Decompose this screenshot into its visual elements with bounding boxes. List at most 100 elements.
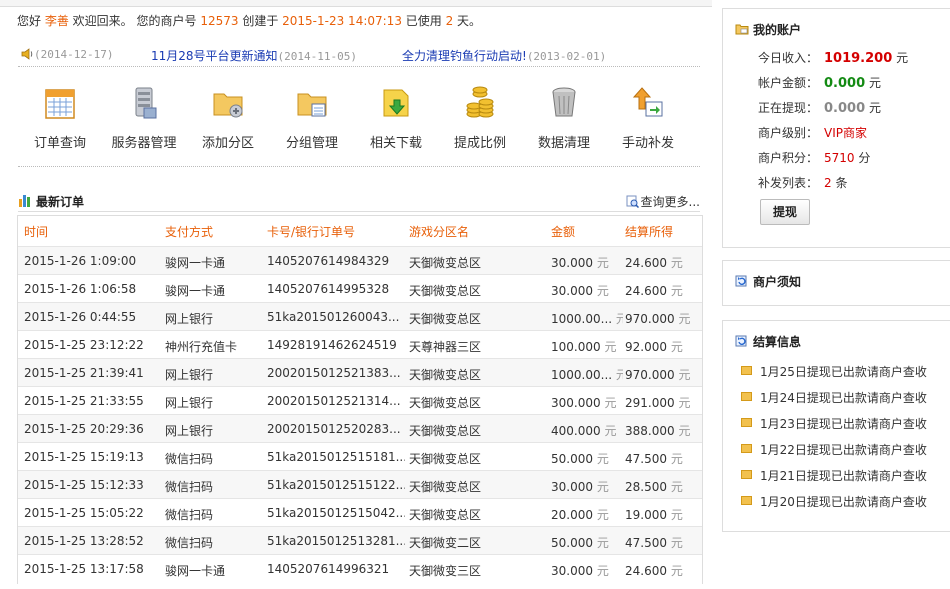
cell-amount: 50.000 元 xyxy=(551,452,609,466)
acct-value: 2 xyxy=(824,176,832,190)
cell-time: 2015-1-25 15:12:33 xyxy=(24,478,144,492)
currency-unit: 元 xyxy=(670,508,683,522)
acct-label: 正在提现： xyxy=(758,101,819,115)
table-row: 2015-1-25 21:39:41 网上银行 2002015012521383..… xyxy=(18,358,702,387)
settlement-title: 结算信息 xyxy=(753,335,802,349)
cell-amount: 30.000 元 xyxy=(551,256,609,270)
cell-card-no: 1405207614995328 xyxy=(267,282,390,296)
settlement-item[interactable]: 1月20日提现已出款请商户查收 xyxy=(741,493,927,510)
col-card-no: 卡号/银行订单号 xyxy=(267,225,356,239)
cell-amount: 300.000 元 xyxy=(551,396,617,410)
acct-unit: 元 xyxy=(865,101,881,115)
settlement-item[interactable]: 1月21日提现已出款请商户查收 xyxy=(741,467,927,484)
divider xyxy=(18,166,700,167)
welcome-text: 已使用 xyxy=(401,14,446,28)
toolbar-group-manage[interactable]: 分组管理 xyxy=(270,82,354,154)
cell-payment: 微信扫码 xyxy=(165,452,214,466)
toolbar-commission[interactable]: 提成比例 xyxy=(438,82,522,154)
acct-value: 1019.200 xyxy=(824,51,893,66)
cell-settled: 47.500 元 xyxy=(625,536,683,550)
cell-zone: 天御微变总区 xyxy=(409,452,482,466)
notice-ticker: (2014-12-17) 11月28号平台更新通知(2014-11-05) 全力… xyxy=(20,46,700,64)
cell-amount: 30.000 元 xyxy=(551,480,609,494)
cell-zone: 天御微变总区 xyxy=(409,284,482,298)
currency-unit: 元 xyxy=(670,536,683,550)
cell-time: 2015-1-25 15:19:13 xyxy=(24,450,144,464)
settlement-item[interactable]: 1月22日提现已出款请商户查收 xyxy=(741,441,927,458)
toolbar-manual-resend[interactable]: 手动补发 xyxy=(606,82,690,154)
settlement-text: 1月21日提现已出款请商户查收 xyxy=(760,469,927,483)
query-more-link[interactable]: 查询更多... xyxy=(626,193,700,210)
settlement-text: 1月23日提现已出款请商户查收 xyxy=(760,417,927,431)
account-resend-list[interactable]: 补发列表： 2 条 xyxy=(758,174,847,191)
toolbar-add-zone[interactable]: 添加分区 xyxy=(186,82,270,154)
account-balance: 帐户金额： 0.000 元 xyxy=(758,74,881,91)
toolbar-label: 订单查询 xyxy=(33,136,86,151)
notice-item[interactable]: 全力清理钓鱼行动启动!(2013-02-01) xyxy=(402,47,606,64)
cell-card-no: 2002015012521383... xyxy=(267,366,401,380)
acct-label: 商户积分： xyxy=(758,151,819,165)
cell-payment: 网上银行 xyxy=(165,396,214,410)
welcome-text: 欢迎回来。 您的商户号 xyxy=(68,14,201,28)
cell-payment: 神州行充值卡 xyxy=(165,340,238,354)
acct-label: 今日收入： xyxy=(758,51,819,65)
cell-time: 2015-1-25 20:29:36 xyxy=(24,422,144,436)
acct-value: 0.000 xyxy=(824,101,866,116)
notice-link[interactable]: 11月28号平台更新通知 xyxy=(151,49,278,63)
toolbar-downloads[interactable]: 相关下载 xyxy=(354,82,438,154)
col-zone: 游戏分区名 xyxy=(409,225,470,239)
toolbar-server-manage[interactable]: 服务器管理 xyxy=(102,82,186,154)
currency-unit: 元 xyxy=(604,396,617,410)
currency-unit: 元 xyxy=(678,312,691,326)
settlement-item[interactable]: 1月25日提现已出款请商户查收 xyxy=(741,363,927,380)
notice-link[interactable]: 全力清理钓鱼行动启动! xyxy=(402,49,527,63)
acct-unit: 分 xyxy=(854,151,871,165)
table-row: 2015-1-25 13:28:52 微信扫码 51ka2015012513281.… xyxy=(18,526,702,555)
cell-time: 2015-1-25 15:05:22 xyxy=(24,506,144,520)
merchant-notice-title: 商户须知 xyxy=(753,275,802,289)
welcome-text: 创建于 xyxy=(238,14,283,28)
currency-unit: 元 xyxy=(596,508,609,522)
my-account-panel: 我的账户 今日收入： 1019.200 元 帐户金额： 0.000 元 正在提现： 0… xyxy=(722,8,950,248)
merchant-notice-panel: 商户须知 xyxy=(722,260,950,306)
cell-time: 2015-1-26 0:44:55 xyxy=(24,310,137,324)
notice-item[interactable]: (2014-12-17) xyxy=(34,47,113,61)
table-row: 2015-1-25 15:19:13 微信扫码 51ka2015012515181.… xyxy=(18,442,702,471)
coins-icon xyxy=(466,86,494,118)
toolbar-data-cleanup[interactable]: 数据清理 xyxy=(522,82,606,154)
currency-unit: 元 xyxy=(678,368,691,382)
currency-unit: 元 xyxy=(596,284,609,298)
currency-unit: 元 xyxy=(615,368,623,382)
cell-zone: 天尊神器三区 xyxy=(409,340,482,354)
folder-icon xyxy=(741,366,752,375)
account-today-income: 今日收入： 1019.200 元 xyxy=(758,49,908,66)
notice-date: (2014-11-05) xyxy=(277,50,358,63)
toolbar-order-query[interactable]: 订单查询 xyxy=(18,82,102,154)
toolbar-label: 添加分区 xyxy=(201,136,254,151)
toolbar-label: 数据清理 xyxy=(537,136,590,151)
acct-unit: 元 xyxy=(865,76,881,90)
toolbar-label: 手动补发 xyxy=(621,136,674,151)
cell-card-no: 51ka2015012515181... xyxy=(267,450,405,464)
settlement-text: 1月25日提现已出款请商户查收 xyxy=(760,365,927,379)
withdraw-button[interactable]: 提现 xyxy=(760,199,810,225)
table-row: 2015-1-25 15:05:22 微信扫码 51ka2015012515042.… xyxy=(18,498,702,527)
currency-unit: 元 xyxy=(670,452,683,466)
folder-icon xyxy=(741,444,752,453)
cell-zone: 天御微变总区 xyxy=(409,424,482,438)
cell-settled: 24.600 元 xyxy=(625,564,683,578)
cell-time: 2015-1-25 13:28:52 xyxy=(24,534,144,548)
user-name: 李善 xyxy=(44,14,69,28)
cell-payment: 骏网一卡通 xyxy=(165,564,226,578)
cell-card-no: 51ka2015012515122... xyxy=(267,478,405,492)
settlement-item[interactable]: 1月24日提现已出款请商户查收 xyxy=(741,389,927,406)
settlement-item[interactable]: 1月23日提现已出款请商户查收 xyxy=(741,415,927,432)
cell-settled: 291.000 元 xyxy=(625,396,691,410)
cell-time: 2015-1-25 21:39:41 xyxy=(24,366,144,380)
cell-settled: 970.000 元 xyxy=(625,368,691,382)
cell-payment: 网上银行 xyxy=(165,312,214,326)
notice-item[interactable]: 11月28号平台更新通知(2014-11-05) xyxy=(151,47,357,64)
cell-zone: 天御微变三区 xyxy=(409,564,482,578)
currency-unit: 元 xyxy=(596,452,609,466)
account-title: 我的账户 xyxy=(753,23,802,37)
